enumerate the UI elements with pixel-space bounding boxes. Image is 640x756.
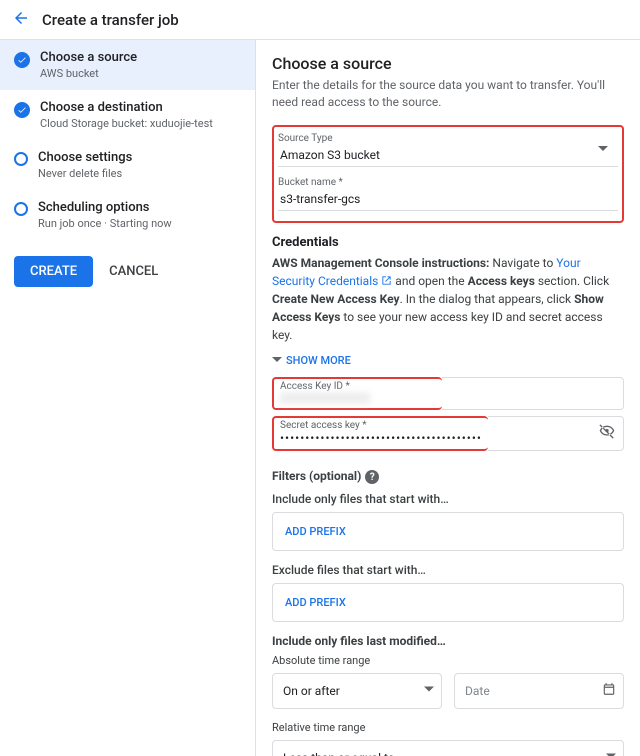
abs-date-input[interactable]: Date [454, 673, 624, 709]
step-choose-settings[interactable]: Choose settingsNever delete files [0, 140, 255, 190]
credentials-heading: Credentials [272, 235, 624, 250]
check-icon [14, 52, 30, 68]
create-button[interactable]: CREATE [14, 256, 93, 287]
cancel-button[interactable]: CANCEL [109, 264, 158, 279]
add-exclude-prefix-button[interactable]: ADD PREFIX [272, 583, 624, 622]
bucket-name-input[interactable] [278, 188, 618, 211]
source-type-field: Source Type Amazon S3 bucket [278, 133, 618, 167]
access-key-value-redacted [280, 392, 370, 404]
help-icon[interactable]: ? [365, 470, 379, 484]
visibility-off-icon[interactable] [599, 423, 615, 443]
show-more-toggle[interactable]: SHOW MORE [272, 354, 624, 367]
filters-heading: Filters (optional)? [272, 469, 624, 485]
section-heading: Choose a source [272, 54, 624, 73]
credentials-instructions: AWS Management Console instructions: Nav… [272, 254, 624, 344]
step-scheduling-options[interactable]: Scheduling optionsRun job once · Startin… [0, 190, 255, 240]
step-choose-source[interactable]: Choose a sourceAWS bucket [0, 40, 255, 90]
step-choose-destination[interactable]: Choose a destinationCloud Storage bucket… [0, 90, 255, 140]
bucket-name-field: Bucket name * [278, 177, 618, 211]
access-key-input[interactable] [442, 377, 624, 410]
secret-key-value: •••••••••••••••••••••••••••••••••••••••• [280, 431, 482, 445]
rel-condition-select[interactable]: Less than or equal to [272, 740, 624, 756]
check-icon [14, 152, 28, 166]
page-title: Create a transfer job [42, 11, 179, 29]
source-fields-highlight: Source Type Amazon S3 bucket Bucket name… [272, 125, 624, 223]
check-icon [14, 102, 30, 118]
secret-key-input[interactable] [488, 416, 624, 451]
external-link-icon [381, 275, 392, 286]
add-include-prefix-button[interactable]: ADD PREFIX [272, 512, 624, 551]
check-icon [14, 202, 28, 216]
back-arrow-icon[interactable] [12, 9, 30, 31]
section-desc: Enter the details for the source data yo… [272, 77, 624, 111]
main-content: Choose a source Enter the details for th… [256, 40, 640, 756]
source-type-select[interactable]: Amazon S3 bucket [278, 144, 618, 167]
abs-condition-select[interactable]: On or after [272, 673, 442, 709]
sidebar: Choose a sourceAWS bucket Choose a desti… [0, 40, 256, 756]
